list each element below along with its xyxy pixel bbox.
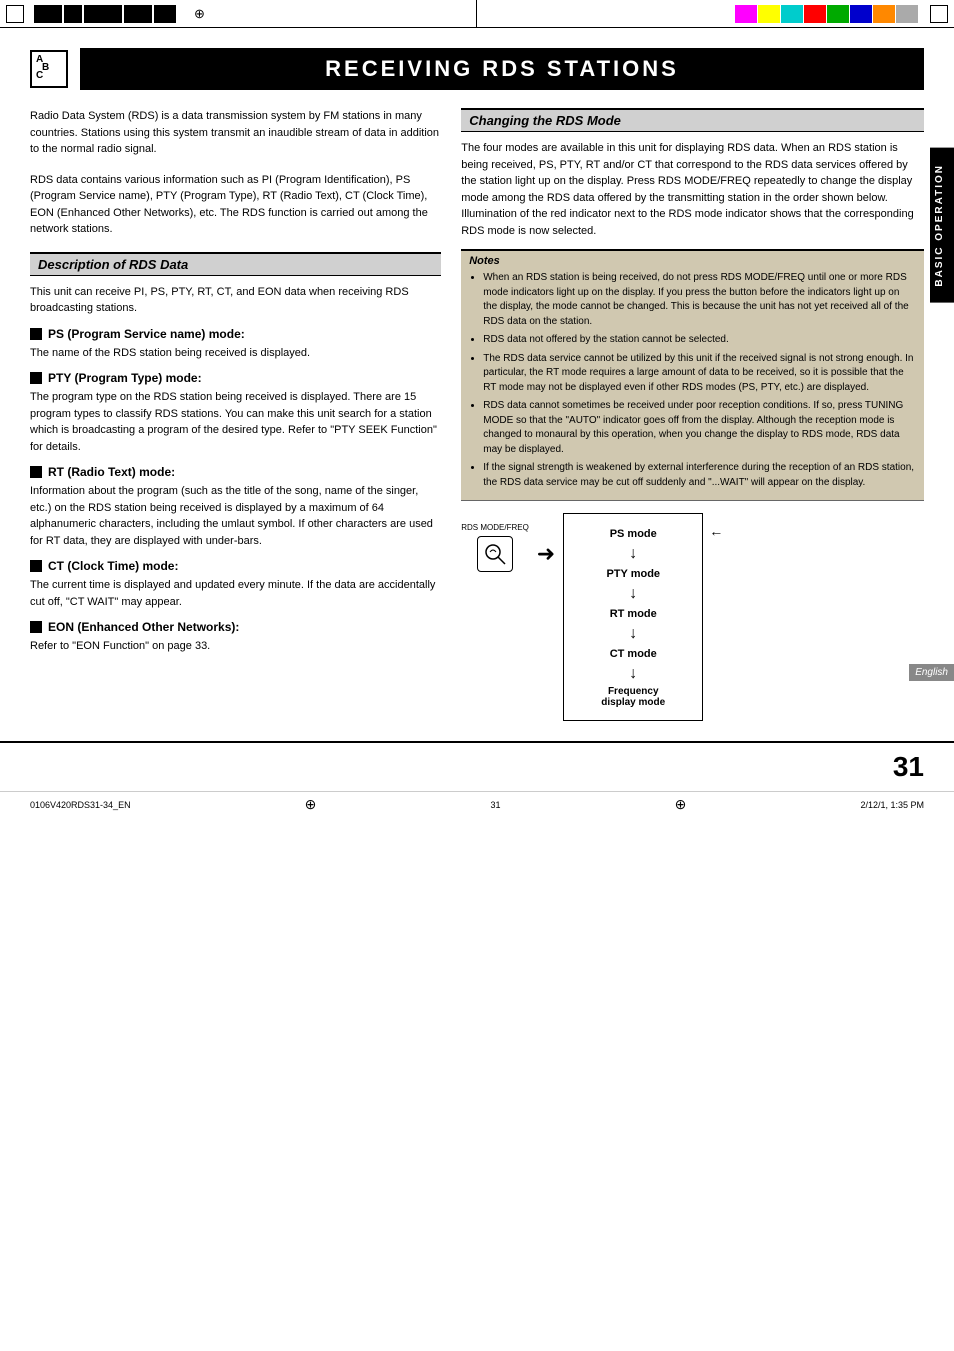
- abc-icon: A B C: [30, 50, 68, 88]
- corner-mark-tr: [930, 5, 948, 23]
- black-block-4: [124, 5, 152, 23]
- page-number: 31: [893, 751, 924, 783]
- footer-center: 31: [491, 800, 501, 810]
- ps-mode-label: PS (Program Service name) mode:: [48, 327, 245, 341]
- changing-header: Changing the RDS Mode: [461, 108, 924, 132]
- pty-mode-label: PTY (Program Type) mode:: [48, 371, 202, 385]
- rds-button-icon: [477, 536, 513, 572]
- flow-rt-mode: RT mode: [610, 602, 657, 626]
- top-bar: ⊕: [0, 0, 954, 28]
- description-header: Description of RDS Data: [30, 252, 441, 276]
- note-item-5: If the signal strength is weakened by ex…: [483, 461, 916, 490]
- english-tab: English: [909, 664, 954, 681]
- color-block-green: [827, 5, 849, 23]
- flow-freq-mode: Frequencydisplay mode: [601, 682, 665, 712]
- flow-arrow-2: ↓: [629, 586, 637, 602]
- note-item-3: The RDS data service cannot be utilized …: [483, 352, 916, 396]
- notes-list: When an RDS station is being received, d…: [469, 271, 916, 490]
- eon-mode-label: EON (Enhanced Other Networks):: [48, 620, 239, 634]
- note-item-2: RDS data not offered by the station cann…: [483, 333, 916, 348]
- eon-bullet: [30, 621, 42, 633]
- flow-arrow-3: ↓: [629, 626, 637, 642]
- black-block-1: [34, 5, 62, 23]
- top-bar-right: [477, 0, 954, 27]
- eon-mode-text: Refer to "EON Function" on page 33.: [30, 638, 441, 655]
- rt-mode-label: RT (Radio Text) mode:: [48, 465, 175, 479]
- arrow-up-right: ←: [709, 523, 723, 539]
- page-title-container: A B C RECEIVING RDS STATIONS: [30, 48, 924, 90]
- crosshair-top: ⊕: [194, 6, 205, 22]
- footer-left: 0106V420RDS31-34_EN: [30, 800, 131, 810]
- intro-text-1: Radio Data System (RDS) is a data transm…: [30, 108, 441, 158]
- flow-ps-mode: PS mode: [610, 522, 657, 546]
- footer-right: 2/12/1, 1:35 PM: [860, 800, 924, 810]
- ct-bullet: [30, 560, 42, 572]
- flow-arrow-1: ↓: [629, 546, 637, 562]
- notes-box: Notes When an RDS station is being recei…: [461, 249, 924, 501]
- pty-mode-text: The program type on the RDS station bein…: [30, 389, 441, 455]
- page-title: RECEIVING RDS STATIONS: [80, 48, 924, 90]
- rds-button-caption: RDS MODE/FREQ: [461, 523, 529, 532]
- crosshair-bottom: ⊕: [305, 796, 317, 813]
- note-item-1: When an RDS station is being received, d…: [483, 271, 916, 329]
- color-block-yellow: [758, 5, 780, 23]
- two-col-layout: Radio Data System (RDS) is a data transm…: [30, 108, 924, 721]
- flow-pty-mode: PTY mode: [606, 562, 660, 586]
- crosshair-bottom-2: ⊕: [675, 796, 687, 813]
- black-block-3: [84, 5, 122, 23]
- note-item-4: RDS data cannot sometimes be received un…: [483, 399, 916, 457]
- changing-text: The four modes are available in this uni…: [461, 140, 924, 239]
- top-bar-left: ⊕: [0, 0, 477, 27]
- eon-mode-heading: EON (Enhanced Other Networks):: [30, 620, 441, 634]
- color-block-red: [804, 5, 826, 23]
- ct-mode-label: CT (Clock Time) mode:: [48, 559, 178, 573]
- description-text: This unit can receive PI, PS, PTY, RT, C…: [30, 284, 441, 317]
- letter-c: C: [36, 70, 43, 81]
- ps-mode-text: The name of the RDS station being receiv…: [30, 345, 441, 362]
- left-column: Radio Data System (RDS) is a data transm…: [30, 108, 441, 721]
- color-block-blue: [850, 5, 872, 23]
- black-block-2: [64, 5, 82, 23]
- color-block-orange: [873, 5, 895, 23]
- pty-mode-heading: PTY (Program Type) mode:: [30, 371, 441, 385]
- rt-bullet: [30, 466, 42, 478]
- black-blocks-left: [34, 5, 176, 23]
- rt-mode-text: Information about the program (such as t…: [30, 483, 441, 549]
- flow-container: PS mode ↓ PTY mode ↓ RT mode ↓ CT mode ↓…: [563, 513, 703, 721]
- ps-mode-heading: PS (Program Service name) mode:: [30, 327, 441, 341]
- basic-operation-tab: BASIC OPERATION: [930, 148, 954, 303]
- arrow-to-flow: ➜: [537, 541, 555, 567]
- flow-arrow-4: ↓: [629, 666, 637, 682]
- right-column: Changing the RDS Mode The four modes are…: [461, 108, 924, 721]
- color-block-gray: [896, 5, 918, 23]
- corner-mark-tl: [6, 5, 24, 23]
- rt-mode-heading: RT (Radio Text) mode:: [30, 465, 441, 479]
- color-blocks-right: [735, 5, 918, 23]
- color-block-cyan: [781, 5, 803, 23]
- page-content: A B C RECEIVING RDS STATIONS Radio Data …: [0, 28, 954, 741]
- page-number-area: 31: [0, 741, 954, 791]
- ps-bullet: [30, 328, 42, 340]
- ct-mode-heading: CT (Clock Time) mode:: [30, 559, 441, 573]
- flow-ct-mode: CT mode: [610, 642, 657, 666]
- arrow-back-container: ←: [709, 523, 723, 711]
- intro-text-2: RDS data contains various information su…: [30, 172, 441, 238]
- notes-title: Notes: [469, 255, 916, 267]
- diagram-area: RDS MODE/FREQ ➜ PS mode: [461, 513, 924, 721]
- black-block-5: [154, 5, 176, 23]
- bottom-bar: 0106V420RDS31-34_EN ⊕ 31 ⊕ 2/12/1, 1:35 …: [0, 791, 954, 817]
- color-block-magenta: [735, 5, 757, 23]
- ct-mode-text: The current time is displayed and update…: [30, 577, 441, 610]
- diagram-button-group: RDS MODE/FREQ: [461, 523, 529, 572]
- pty-bullet: [30, 372, 42, 384]
- mode-flow: PS mode ↓ PTY mode ↓ RT mode ↓ CT mode ↓…: [563, 513, 703, 721]
